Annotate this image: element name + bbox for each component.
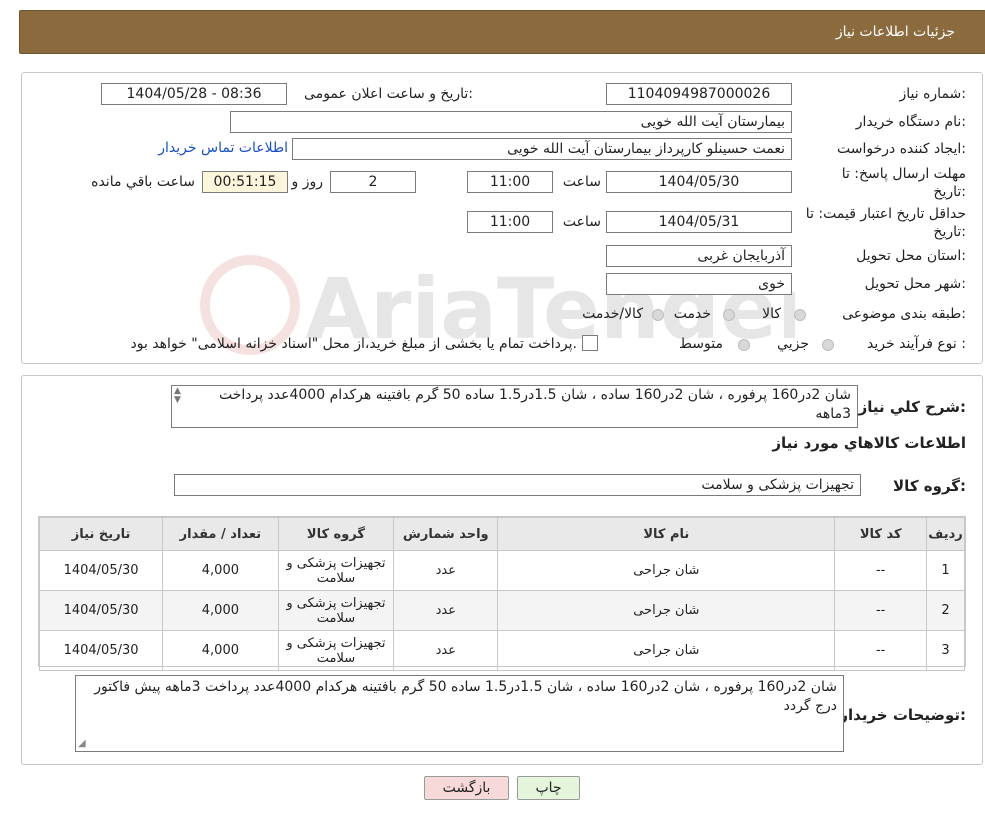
- goods-group-field: تجهیزات پزشکی و سلامت: [174, 474, 861, 496]
- process-label: نوع فرآیند خرید :: [867, 336, 966, 352]
- print-button[interactable]: چاپ: [517, 776, 580, 800]
- process-radio-partial[interactable]: [822, 339, 834, 351]
- price-validity-date-field: 1404/05/31: [606, 211, 792, 233]
- creator-label: ایجاد کننده درخواست:: [837, 141, 966, 157]
- cell-quantity: 4,000: [162, 550, 279, 591]
- reply-time-label: ساعت: [562, 174, 601, 190]
- cell-name: شان جراحی: [497, 630, 836, 671]
- category-radio-goods-service[interactable]: [652, 309, 664, 321]
- category-option-service: خدمت: [673, 306, 711, 322]
- col-header-code: کد کالا: [834, 517, 928, 551]
- col-header-date: تاریخ نیاز: [38, 517, 164, 551]
- province-field: آذربایجان غربی: [606, 245, 792, 267]
- cell-quantity: 4,000: [162, 590, 279, 631]
- cell-row-number: 1: [926, 550, 965, 591]
- col-header-quantity: تعداد / مقدار: [162, 517, 279, 551]
- reply-date-field: 1404/05/30: [606, 171, 792, 193]
- price-validity-time-field: 11:00: [467, 211, 553, 233]
- cell-quantity: 4,000: [162, 630, 279, 671]
- cell-row-number: 2: [926, 590, 965, 631]
- process-radio-medium[interactable]: [738, 339, 750, 351]
- table-row: 2 -- شان جراحی عدد تجهیزات پزشکی و سلامت…: [38, 590, 965, 631]
- city-field: خوی: [606, 273, 792, 295]
- process-option-medium: متوسط: [679, 336, 723, 352]
- cell-group: تجهیزات پزشکی و سلامت: [277, 630, 395, 671]
- reply-deadline-label: مهلت ارسال پاسخ: تا: [841, 166, 966, 182]
- items-section-title: اطلاعات کالاهاي مورد نیاز: [772, 434, 966, 452]
- buyer-contact-link[interactable]: اطلاعات تماس خریدار: [158, 140, 288, 156]
- need-number-label: شماره نیاز:: [899, 86, 966, 102]
- page-title: جزئیات اطلاعات نیاز: [835, 24, 955, 40]
- cell-group: تجهیزات پزشکی و سلامت: [277, 550, 395, 591]
- resize-handle-icon[interactable]: ◢: [78, 738, 86, 749]
- back-button[interactable]: بازگشت: [424, 776, 509, 800]
- category-label: طبقه بندی موضوعی:: [842, 306, 966, 322]
- price-validity-label: حداقل تاریخ اعتبار قیمت: تا: [805, 206, 966, 222]
- cell-date: 1404/05/30: [38, 550, 164, 591]
- cell-group: تجهیزات پزشکی و سلامت: [277, 590, 395, 631]
- treasury-checkbox[interactable]: [582, 335, 598, 351]
- buyer-label: نام دستگاه خریدار:: [855, 114, 966, 130]
- creator-field: نعمت حسینلو کارپرداز بیمارستان آیت الله …: [292, 138, 792, 160]
- announce-label: تاریخ و ساعت اعلان عمومی:: [304, 86, 473, 102]
- cell-name: شان جراحی: [497, 590, 836, 631]
- remaining-time-field: 00:51:15: [202, 171, 288, 193]
- cell-unit: عدد: [393, 590, 499, 631]
- col-header-row: ردیف: [926, 517, 965, 551]
- page-header: جزئیات اطلاعات نیاز: [19, 10, 985, 54]
- cell-code: --: [834, 630, 928, 671]
- reply-time-field: 11:00: [467, 171, 553, 193]
- category-option-goods: کالا: [762, 306, 781, 322]
- province-label: استان محل تحویل:: [856, 248, 966, 264]
- goods-group-label: گروه کالا:: [893, 477, 966, 495]
- category-radio-service[interactable]: [723, 309, 735, 321]
- cell-date: 1404/05/30: [38, 630, 164, 671]
- treasury-note: پرداخت تمام یا بخشی از مبلغ خرید،از محل …: [130, 336, 577, 352]
- price-validity-time-label: ساعت: [562, 214, 601, 230]
- items-table: ردیف کد کالا نام کالا واحد شمارش گروه کا…: [38, 517, 965, 671]
- remaining-days-field: 2: [330, 171, 416, 193]
- col-header-name: نام کالا: [497, 517, 836, 551]
- cell-code: --: [834, 550, 928, 591]
- col-header-unit: واحد شمارش: [393, 517, 499, 551]
- summary-textarea[interactable]: شان 2در160 پرفوره ، شان 2در160 ساده ، شا…: [171, 385, 858, 428]
- process-option-partial: جزیي: [777, 336, 809, 352]
- summary-scroll-arrows[interactable]: ▲ ▼: [174, 387, 181, 405]
- announce-datetime-field: 1404/05/28 - 08:36: [101, 83, 287, 105]
- table-row: 3 -- شان جراحی عدد تجهیزات پزشکی و سلامت…: [38, 630, 965, 671]
- category-radio-goods[interactable]: [794, 309, 806, 321]
- city-label: شهر محل تحویل:: [864, 276, 966, 292]
- remaining-time-label: ساعت باقي مانده: [91, 174, 195, 190]
- price-validity-label-date: تاریخ:: [933, 224, 966, 240]
- need-number-field: 1104094987000026: [606, 83, 792, 105]
- category-option-goods-service: کالا/خدمت: [582, 306, 643, 322]
- reply-deadline-label-date: تاریخ:: [933, 184, 966, 200]
- cell-unit: عدد: [393, 630, 499, 671]
- cell-code: --: [834, 590, 928, 631]
- cell-row-number: 3: [926, 630, 965, 671]
- cell-unit: عدد: [393, 550, 499, 591]
- buyer-notes-textarea[interactable]: شان 2در160 پرفوره ، شان 2در160 ساده ، شا…: [75, 675, 844, 752]
- buyer-field: بیمارستان آیت الله خویی: [230, 111, 792, 133]
- buyer-notes-label: توضیحات خریدار:: [839, 706, 966, 724]
- summary-label: شرح کلي نیاز:: [858, 398, 966, 416]
- days-label: روز و: [291, 174, 324, 190]
- col-header-group: گروه کالا: [277, 517, 395, 551]
- cell-name: شان جراحی: [497, 550, 836, 591]
- table-row: 1 -- شان جراحی عدد تجهیزات پزشکی و سلامت…: [38, 550, 965, 591]
- cell-date: 1404/05/30: [38, 590, 164, 631]
